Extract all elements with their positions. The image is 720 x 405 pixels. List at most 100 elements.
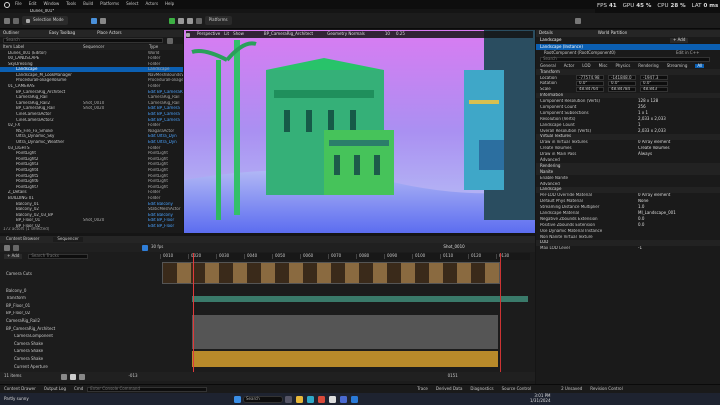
- store-icon[interactable]: [340, 395, 347, 403]
- fov-value[interactable]: 10: [385, 32, 390, 37]
- outliner-row[interactable]: BP_CameraRig_Architect Edit BP_CameraRig: [0, 89, 183, 95]
- mail-icon[interactable]: [351, 395, 358, 403]
- derived-data-button[interactable]: Derived Data: [436, 386, 463, 392]
- unsaved-button[interactable]: 2 Unsaved: [561, 386, 582, 392]
- tab-outliner[interactable]: Outliner: [3, 31, 19, 36]
- sequencer-track[interactable]: Camera Shake: [0, 349, 160, 355]
- location-y[interactable]: -141848.0: [608, 75, 636, 81]
- filter-general[interactable]: General: [540, 63, 556, 69]
- outliner-row[interactable]: Z_Details Folder: [0, 190, 183, 196]
- show-button[interactable]: Show: [233, 32, 244, 37]
- more-icon[interactable]: [195, 17, 202, 24]
- menu-edit[interactable]: Edit: [29, 2, 37, 7]
- outliner-row[interactable]: 02_FX Folder: [0, 123, 183, 129]
- root-component-row[interactable]: RootComponent (RootComponent0) Edit in C+…: [536, 50, 720, 56]
- transform-section-bar[interactable]: [192, 296, 528, 302]
- outliner-row[interactable]: Ultra_Dynamic_Weather Edit Ultra_Dyn: [0, 140, 183, 146]
- tab-place-actors[interactable]: Place Actors: [97, 31, 122, 36]
- start-frame[interactable]: -013: [128, 374, 137, 379]
- stop-icon[interactable]: [186, 17, 193, 24]
- explorer-icon[interactable]: [296, 395, 303, 403]
- scale-y[interactable]: 48.84784: [608, 87, 636, 93]
- track-search-input[interactable]: Search Tracks: [28, 254, 89, 259]
- location-z[interactable]: -1947.3: [640, 75, 668, 81]
- filter-actor[interactable]: Actor: [564, 63, 575, 69]
- camera-cuts-strip[interactable]: [162, 262, 500, 284]
- transform-icon[interactable]: [186, 32, 190, 37]
- menu-actors[interactable]: Actors: [145, 2, 158, 7]
- perspective-button[interactable]: Perspective: [197, 32, 220, 37]
- outliner-row[interactable]: ProceduralFoliageVolume ProceduralFoliage…: [0, 78, 183, 84]
- snap-icon[interactable]: [142, 244, 148, 251]
- outliner-row[interactable]: PointLight7 PointLight: [0, 184, 183, 190]
- menu-platforms[interactable]: Platforms: [100, 2, 119, 7]
- diagnostics-button[interactable]: Diagnostics: [470, 386, 493, 392]
- level-viewport[interactable]: Perspective Lit Show BP_CameraRig_Archit…: [184, 30, 535, 233]
- play-icon[interactable]: [168, 17, 175, 24]
- menu-tools[interactable]: Tools: [66, 2, 76, 7]
- sequencer-track[interactable]: CameraRig_Rail2: [0, 318, 160, 324]
- timeline-ruler[interactable]: 0010 0020 0030 0040 0050 0060 0070 0080 0090 0100…: [160, 253, 530, 260]
- blueprint-icon[interactable]: [90, 17, 97, 24]
- weather-widget[interactable]: Partly sunny: [4, 396, 184, 402]
- content-icon[interactable]: [13, 17, 19, 24]
- jump-end-icon[interactable]: [79, 373, 86, 380]
- tab-content-browser[interactable]: Content Browser: [6, 237, 39, 242]
- outliner-row[interactable]: BP_CameraRig_Rail Shot_0020 Edit BP_Camera: [0, 106, 183, 112]
- outliner-row[interactable]: PointLight3 PointLight: [0, 162, 183, 168]
- outliner-row[interactable]: PointLight4 PointLight: [0, 167, 183, 173]
- scale-z[interactable]: 48.843: [640, 87, 668, 93]
- add-component-button[interactable]: + Add: [670, 38, 689, 43]
- outliner-row[interactable]: Dunes_001 (Editor) World: [0, 50, 183, 56]
- location-x[interactable]: -77574.98: [576, 75, 604, 81]
- outliner-row[interactable]: BUILDING 01 Folder: [0, 195, 183, 201]
- shot-name[interactable]: Shot_0010: [443, 245, 464, 250]
- sequencer-track[interactable]: BP_Floor_02: [0, 311, 160, 317]
- unreal-app-icon[interactable]: [329, 395, 336, 403]
- task-view-icon[interactable]: [285, 395, 292, 403]
- menu-build[interactable]: Build: [83, 2, 93, 7]
- outliner-row[interactable]: Balcony_01 Edit Balcony: [0, 201, 183, 207]
- outliner-row[interactable]: CameraRig_Rail2 Shot_0010 CameraRig_Rail: [0, 100, 183, 106]
- edge-icon[interactable]: [307, 395, 314, 403]
- tab-details[interactable]: Details: [539, 31, 553, 36]
- playhead[interactable]: [193, 253, 194, 373]
- geometry-normals-button[interactable]: Geometry Normals: [327, 32, 365, 37]
- sequencer-track[interactable]: Camera Shake: [0, 341, 160, 347]
- chrome-icon[interactable]: [318, 395, 325, 403]
- details-search-input[interactable]: Search: [540, 57, 710, 62]
- add-track-button[interactable]: + Add: [4, 254, 23, 259]
- end-frame[interactable]: 0151: [448, 374, 458, 379]
- scale-x[interactable]: 48.84764: [576, 87, 604, 93]
- resolution-value[interactable]: 0.25: [396, 32, 405, 37]
- outliner-row[interactable]: PointLight2 PointLight: [0, 156, 183, 162]
- outliner-row[interactable]: CineCameraActor2 Edit BP_Camera: [0, 117, 183, 123]
- settings-icon[interactable]: [574, 17, 581, 24]
- fps-dropdown[interactable]: 30 fps: [151, 245, 163, 250]
- rotation-y[interactable]: 0.0°: [608, 81, 636, 87]
- source-control-button[interactable]: Source Control: [502, 386, 531, 392]
- outliner-row[interactable]: CameraRig_Rail CameraRig_Rail: [0, 95, 183, 101]
- filter-icon[interactable]: [167, 37, 173, 44]
- outliner-row[interactable]: Landscape_M_LookManager NavMeshBoundsVolu…: [0, 72, 183, 78]
- outliner-row[interactable]: CineCameraActor Edit BP_Camera: [0, 112, 183, 118]
- camera-cuts-track[interactable]: Camera Cuts: [0, 268, 160, 280]
- outliner-search-input[interactable]: Search: [3, 38, 163, 43]
- filter-lod[interactable]: LOD: [582, 63, 590, 69]
- console-input[interactable]: Enter Console Command: [87, 386, 208, 392]
- play-sequence-icon[interactable]: [70, 373, 77, 380]
- filter-all[interactable]: All: [695, 63, 705, 69]
- filter-rendering[interactable]: Rendering: [638, 63, 658, 69]
- filter-misc[interactable]: Misc: [599, 63, 608, 69]
- sequencer-track[interactable]: Current Aperture: [0, 364, 160, 370]
- sequencer-track[interactable]: Transform: [0, 296, 160, 302]
- outliner-row[interactable]: 01_CAMERAS Folder: [0, 84, 183, 90]
- step-icon[interactable]: [177, 17, 184, 24]
- filter-streaming[interactable]: Streaming: [667, 63, 688, 69]
- revision-control-button[interactable]: Revision Control: [590, 386, 622, 392]
- clock[interactable]: 3:01 PM 1/31/2024: [530, 394, 551, 403]
- content-drawer-button[interactable]: Content Drawer: [4, 386, 36, 392]
- filter-physics[interactable]: Physics: [615, 63, 630, 69]
- rotation-x[interactable]: 0.0°: [576, 81, 604, 87]
- outliner-row[interactable]: NS_Fire_Fx_Smoke NiagaraActor: [0, 128, 183, 134]
